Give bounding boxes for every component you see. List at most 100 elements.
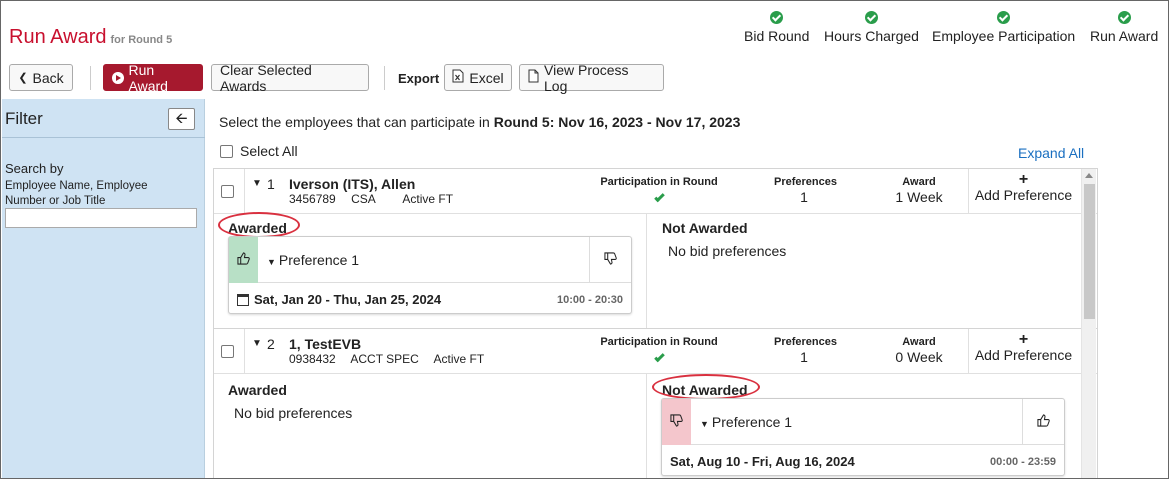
employee-name: Iverson (ITS), Allen [289,176,416,192]
view-process-log-button[interactable]: View Process Log [519,61,664,94]
employee-card: ▼ 2 1, TestEVB 0938432 ACCT SPEC Active … [213,329,1098,478]
page-title-text: Run Award [9,26,107,48]
divider [244,329,245,374]
reject-thumbs-down-button[interactable] [589,237,631,283]
step-label: Run Award [1090,28,1159,44]
reject-thumbs-down-button[interactable] [662,399,691,445]
caret-down-icon[interactable]: ▼ [252,178,262,189]
run-award-button[interactable]: Run Award [103,61,203,94]
toolbar: ❮ Back Run Award Clear Selected Awards E… [1,58,1168,98]
thumbs-up-icon [1037,414,1050,430]
award-value: 0 Week [895,349,943,365]
add-preference-button[interactable]: + Add Preference [968,169,1078,214]
back-button[interactable]: ❮ Back [9,64,73,91]
preferences-count: 1 [800,349,808,365]
preference-name[interactable]: ▼ Preference 1 [267,252,359,268]
no-bid-preferences-text: No bid preferences [668,243,787,259]
employee-id: 0938432 [289,352,336,366]
calendar-icon [237,293,249,306]
excel-button-label: Excel [469,69,504,86]
caret-down-icon: ▼ [700,419,709,429]
employee-card: ▼ 1 Iverson (ITS), Allen 3456789 CSA Act… [213,168,1098,329]
preferences-column: Preferences 1 [774,336,837,365]
award-value: 1 Week [895,189,943,205]
step-hours-charged[interactable]: Hours Charged [824,11,919,44]
toolbar-divider [384,66,385,90]
excel-export-button[interactable]: Excel [444,64,512,91]
caret-down-icon[interactable]: ▼ [252,338,262,349]
plus-icon: + [1018,331,1029,348]
toolbar-divider [90,66,91,90]
employee-job: CSA [351,192,376,206]
checkbox[interactable] [220,144,233,158]
search-hint: Employee Name, Employee Number or Job Ti… [5,180,148,207]
scrollbar-thumb[interactable] [1084,184,1095,319]
preference-time: 00:00 - 23:59 [989,456,1056,468]
award-column: Award 1 Week [879,176,959,205]
preference-dates-text: Sat, Aug 10 - Fri, Aug 16, 2024 [670,454,855,469]
employee-card-body: Awarded Not Awarded No bid preferences ▼… [214,212,1097,328]
employee-row-header: ▼ 1 Iverson (ITS), Allen 3456789 CSA Act… [214,169,1097,214]
award-column: Award 0 Week [879,336,959,365]
participation-label: Participation in Round [600,176,718,188]
preferences-label: Preferences [774,176,837,188]
award-label: Award [902,336,936,348]
step-complete-icon [864,11,878,24]
play-icon [112,71,124,84]
filter-panel: Filter 🡨 Search by Employee Name, Employ… [2,99,205,478]
preference-time: 10:00 - 20:30 [556,294,623,306]
step-bid-round[interactable]: Bid Round [744,11,809,44]
run-award-button-label: Run Award [128,61,168,94]
vertical-scrollbar[interactable] [1081,169,1096,478]
divider [244,169,245,214]
select-all-checkbox[interactable]: Select All [220,143,298,159]
employee-checkbox[interactable] [221,185,234,198]
search-input[interactable] [5,208,197,228]
employee-status: Active FT [433,352,485,366]
step-employee-participation[interactable]: Employee Participation [932,11,1075,44]
step-label: Bid Round [744,28,810,44]
preference-dates-text: Sat, Jan 20 - Thu, Jan 25, 2024 [254,292,442,307]
clear-selected-awards-button[interactable]: Clear Selected Awards [211,62,369,94]
view-log-button-label: View Process Log [544,61,629,94]
preference-name[interactable]: ▼ Preference 1 [700,414,792,430]
step-run-award[interactable]: Run Award [1090,11,1158,44]
scroll-up-arrow-icon[interactable] [1085,173,1093,178]
page-title: Run Award for Round 5 [9,26,172,49]
caret-down-icon: ▼ [267,257,276,267]
expand-all-link[interactable]: Expand All [1018,145,1084,161]
preference-card-header: ▼ Preference 1 [229,237,631,283]
employee-job: ACCT SPEC [350,352,419,366]
add-preference-button[interactable]: + Add Preference [968,329,1078,374]
step-complete-icon [770,11,784,24]
thumbs-down-icon [670,414,683,430]
plus-icon: + [1018,171,1029,188]
employee-card-body: Awarded No bid preferences Not Awarded ▼… [214,374,1097,478]
run-award-window: Run Award for Round 5 Bid Round Hours Cha… [0,0,1169,479]
select-all-label: Select All [240,143,298,159]
export-label: Export [398,71,440,86]
instructions-prefix: Select the employees that can participat… [219,114,494,130]
filter-title: Filter [5,109,43,128]
step-label: Hours Charged [824,28,919,44]
employee-checkbox[interactable] [221,345,234,358]
preference-card-header: ▼ Preference 1 [662,399,1064,445]
add-preference-label: Add Preference [974,347,1073,363]
not-awarded-section-title: Not Awarded [662,220,748,236]
award-thumbs-up-button[interactable] [1022,399,1064,445]
employee-meta: 0938432 ACCT SPEC Active FT [289,352,496,366]
step-complete-icon [997,11,1011,24]
page-subtitle: for Round 5 [110,34,173,46]
preferences-count: 1 [800,189,808,205]
preferences-column: Preferences 1 [774,176,837,205]
step-complete-icon [1117,11,1131,24]
employee-id: 3456789 [289,192,336,206]
search-label: Search by [5,161,64,176]
employee-status: Active FT [402,192,454,206]
employee-meta: 3456789 CSA Active FT [289,192,465,206]
employee-row-header: ▼ 2 1, TestEVB 0938432 ACCT SPEC Active … [214,329,1097,374]
award-thumbs-up-button[interactable] [229,237,258,283]
collapse-filter-button[interactable]: 🡨 [168,108,195,130]
participation-column: Participation in Round [599,336,719,365]
excel-file-icon [452,69,464,86]
